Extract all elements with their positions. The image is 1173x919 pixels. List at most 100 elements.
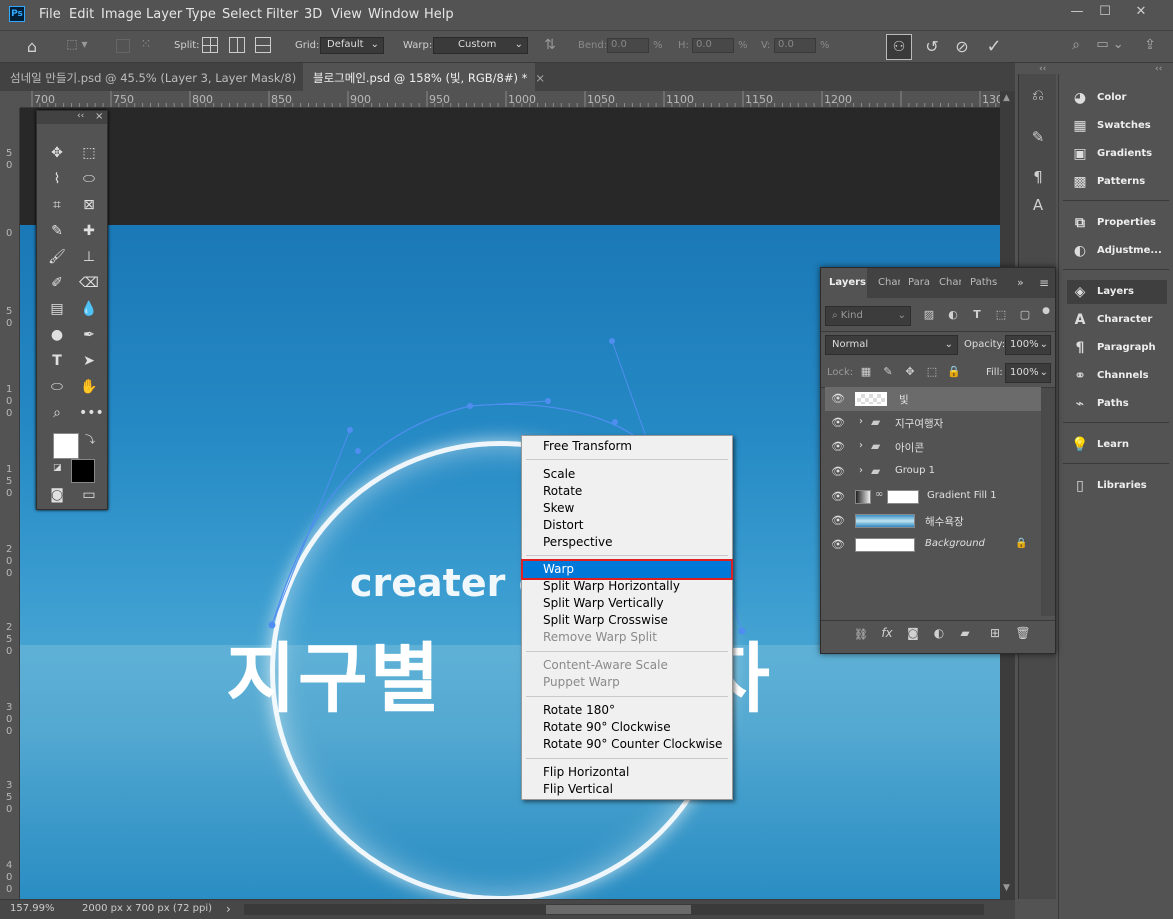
maximize-icon[interactable]: ☐: [1091, 2, 1119, 24]
menu-item-free-transform[interactable]: Free Transform: [523, 438, 731, 455]
healing-tool-icon[interactable]: ✚: [79, 221, 99, 241]
fill-input[interactable]: 100% ⌄: [1005, 363, 1051, 383]
menu-edit[interactable]: Edit: [69, 7, 94, 22]
menu-item-rotate-90-cw[interactable]: Rotate 90° Clockwise: [523, 719, 731, 736]
menu-item-rotate-90-ccw[interactable]: Rotate 90° Counter Clockwise: [523, 736, 731, 753]
tab-thumbnail-doc[interactable]: 섬네일 만들기.psd @ 45.5% (Layer 3, Layer Mask…: [0, 63, 314, 91]
path-select-tool-icon[interactable]: ➤: [79, 351, 99, 371]
menu-view[interactable]: View: [331, 7, 362, 22]
menu-3d[interactable]: 3D: [304, 7, 322, 22]
search-icon[interactable]: ⌕: [1066, 37, 1086, 57]
panel-menu-icon[interactable]: ≡: [1039, 276, 1049, 290]
pen-tool-icon[interactable]: ✒: [79, 325, 99, 345]
workspace-icon[interactable]: ▭ ⌄: [1096, 37, 1124, 57]
menu-filter[interactable]: Filter: [266, 7, 298, 22]
lock-pixels-icon[interactable]: ✎: [881, 365, 895, 378]
collapse-icon[interactable]: ‹‹: [1155, 64, 1162, 74]
dock-item-paragraph[interactable]: ¶ Paragraph: [1067, 336, 1167, 360]
h-input[interactable]: 0.0: [692, 38, 734, 53]
default-colors-icon[interactable]: ◪: [53, 463, 62, 473]
menu-item-rotate-180[interactable]: Rotate 180°: [523, 702, 731, 719]
dock-item-character[interactable]: A Character: [1067, 308, 1167, 332]
tab-blog-main-doc[interactable]: 블로그메인.psd @ 158% (빛, RGB/8#) * ×: [303, 63, 545, 91]
character-styles-icon[interactable]: A: [1027, 196, 1049, 218]
history-panel-icon[interactable]: ⎌: [1027, 86, 1049, 108]
crop-tool-icon[interactable]: ⌗: [47, 195, 67, 215]
dock-item-paths[interactable]: ⌁ Paths: [1067, 392, 1167, 416]
menu-item-flip-vertical[interactable]: Flip Vertical: [523, 781, 731, 798]
eraser-tool-icon[interactable]: ⌫: [79, 273, 99, 293]
eye-icon[interactable]: 👁: [831, 417, 845, 429]
tab-paths[interactable]: Paths: [962, 268, 1000, 298]
new-group-icon[interactable]: ▰: [957, 626, 973, 640]
menu-file[interactable]: File: [39, 7, 61, 22]
dock-item-properties[interactable]: ⧉ Properties: [1067, 211, 1167, 235]
menu-item-split-warp-horizontally[interactable]: Split Warp Horizontally: [523, 578, 731, 595]
adjustment-layer-icon[interactable]: ◐: [931, 626, 947, 640]
eye-icon[interactable]: 👁: [831, 393, 845, 405]
eye-icon[interactable]: 👁: [831, 466, 845, 478]
menu-item-perspective[interactable]: Perspective: [523, 534, 731, 551]
add-mask-icon[interactable]: ◙: [905, 626, 921, 640]
lock-position-icon[interactable]: ✥: [903, 365, 917, 378]
more-tools-icon[interactable]: •••: [79, 403, 104, 423]
minimize-icon[interactable]: —: [1063, 2, 1091, 24]
menu-item-split-warp-crosswise[interactable]: Split Warp Crosswise: [523, 612, 731, 629]
filter-pixel-icon[interactable]: ▨: [921, 308, 937, 321]
scroll-up-icon[interactable]: ▲: [1003, 93, 1010, 103]
status-arrow-icon[interactable]: ›: [226, 902, 231, 916]
link-layers-icon[interactable]: ⛓: [853, 628, 869, 641]
filter-kind-select[interactable]: ⌕ Kind ⌄: [825, 306, 911, 326]
scroll-down-icon[interactable]: ▼: [1003, 883, 1010, 893]
opacity-input[interactable]: 100% ⌄: [1005, 335, 1051, 355]
tab-channels[interactable]: Char: [931, 268, 961, 298]
filter-toggle-icon[interactable]: ●: [1041, 306, 1051, 316]
close-window-icon[interactable]: ✕: [1127, 2, 1155, 24]
lasso-tool-icon[interactable]: ⌇: [47, 169, 67, 189]
transform-preset-icon[interactable]: ⬚ ▾: [62, 37, 92, 57]
layer-row[interactable]: 👁 › ▰ 아이콘: [825, 435, 1041, 459]
zoom-level[interactable]: 157.99%: [10, 903, 55, 914]
menu-select[interactable]: Select: [222, 7, 262, 22]
menu-item-skew[interactable]: Skew: [523, 500, 731, 517]
filter-type-icon[interactable]: T: [969, 308, 985, 321]
collapse-icon[interactable]: ‹‹: [1039, 64, 1046, 74]
dodge-tool-icon[interactable]: ●: [47, 325, 67, 345]
dock-item-patterns[interactable]: ▩ Patterns: [1067, 170, 1167, 194]
menu-type[interactable]: Type: [186, 7, 216, 22]
horizontal-scrollbar[interactable]: [244, 904, 984, 915]
share-icon[interactable]: ⇪: [1140, 37, 1160, 57]
layer-row[interactable]: 👁 Background 🔒: [825, 533, 1041, 557]
eye-icon[interactable]: 👁: [831, 441, 845, 453]
split-horizontal-icon[interactable]: [255, 37, 271, 53]
new-layer-icon[interactable]: ⊞: [987, 626, 1003, 640]
brush-settings-icon[interactable]: ✎: [1027, 128, 1049, 150]
lock-transparent-icon[interactable]: ▦: [859, 365, 873, 378]
chevron-right-icon[interactable]: ›: [859, 440, 863, 451]
paragraph-styles-icon[interactable]: ¶: [1027, 168, 1049, 190]
eye-icon[interactable]: 👁: [831, 539, 845, 551]
filter-smart-object-icon[interactable]: ▢: [1017, 308, 1033, 321]
filter-adjustment-icon[interactable]: ◐: [945, 308, 961, 321]
tab-character[interactable]: Char: [870, 268, 900, 298]
eye-icon[interactable]: 👁: [831, 515, 845, 527]
layers-scrollbar[interactable]: [1041, 388, 1055, 616]
split-crosswise-icon[interactable]: [202, 37, 218, 53]
zoom-tool-icon[interactable]: ⌕: [47, 403, 67, 423]
dock-item-channels[interactable]: ⚭ Channels: [1067, 364, 1167, 388]
v-input[interactable]: 0.0: [774, 38, 816, 53]
blend-mode-select[interactable]: Normal ⌄: [825, 335, 958, 355]
type-tool-icon[interactable]: T: [47, 351, 67, 371]
chevron-right-icon[interactable]: ›: [859, 465, 863, 476]
menu-layer[interactable]: Layer: [146, 7, 182, 22]
menu-item-flip-horizontal[interactable]: Flip Horizontal: [523, 764, 731, 781]
close-icon[interactable]: ×: [535, 71, 545, 85]
split-vertical-icon[interactable]: [229, 37, 245, 53]
tab-layers[interactable]: Layers: [821, 268, 867, 298]
layer-row[interactable]: 👁 › ▰ Group 1: [825, 460, 1041, 484]
more-tabs-icon[interactable]: »: [1017, 276, 1024, 289]
menu-item-split-warp-vertically[interactable]: Split Warp Vertically: [523, 595, 731, 612]
brush-tool-icon[interactable]: 🖌: [47, 247, 67, 267]
chevron-right-icon[interactable]: ›: [859, 416, 863, 427]
layer-row[interactable]: 👁 › ▰ 지구여행자: [825, 411, 1041, 435]
